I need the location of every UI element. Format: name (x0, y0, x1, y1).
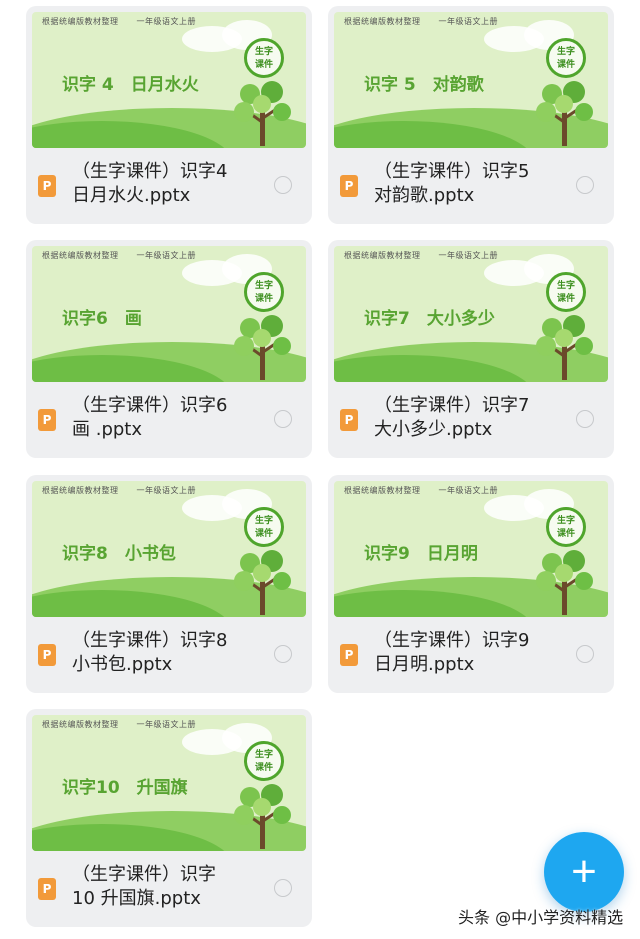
thumbnail-header-right: 一年级语文上册 (136, 251, 196, 260)
plus-icon: + (571, 847, 597, 896)
tree-icon (234, 550, 291, 615)
file-name[interactable]: （生字课件）识字6 画 .pptx (72, 394, 272, 442)
file-name[interactable]: （生字课件）识字8 小书包.pptx (72, 629, 272, 677)
file-name-line: （生字课件）识字9 (374, 630, 530, 651)
file-card[interactable]: 根据统编版教材整理 一年级语文上册 识字6 画 生字 课件 P （生字课件）识字6… (26, 240, 312, 458)
lesson-badge-icon: 生字 课件 (244, 741, 284, 781)
lesson-badge-icon: 生字 课件 (244, 38, 284, 78)
powerpoint-file-icon: P (38, 878, 56, 900)
lesson-badge-icon: 生字 课件 (244, 272, 284, 312)
thumbnail-title: 识字8 小书包 (62, 544, 176, 564)
selection-circle-icon[interactable] (576, 176, 594, 194)
thumbnail-header-right: 一年级语文上册 (136, 720, 196, 729)
file-name-line: 小书包.pptx (72, 654, 173, 675)
thumbnail-header: 根据统编版教材整理 一年级语文上册 (42, 719, 196, 730)
powerpoint-file-icon: P (38, 644, 56, 666)
file-name-line: （生字课件）识字 (72, 864, 216, 885)
thumbnail-header: 根据统编版教材整理 一年级语文上册 (344, 16, 498, 27)
tree-icon (536, 550, 593, 615)
powerpoint-file-icon: P (340, 175, 358, 197)
tree-icon (234, 784, 291, 849)
thumbnail-header: 根据统编版教材整理 一年级语文上册 (42, 250, 196, 261)
thumbnail-title: 识字 5 对韵歌 (364, 75, 484, 95)
file-grid: 根据统编版教材整理 一年级语文上册 识字 4 日月水火 生字 课件 P （生字课件… (0, 0, 640, 939)
file-name-line: 日月明.pptx (374, 654, 475, 675)
file-name[interactable]: （生字课件）识字4 日月水火.pptx (72, 160, 272, 208)
tree-icon (234, 315, 291, 380)
thumbnail-header: 根据统编版教材整理 一年级语文上册 (344, 485, 498, 496)
thumbnail-header-left: 根据统编版教材整理 (42, 720, 119, 729)
file-thumbnail[interactable]: 根据统编版教材整理 一年级语文上册 识字 4 日月水火 生字 课件 (32, 12, 306, 148)
thumbnail-header-right: 一年级语文上册 (438, 486, 498, 495)
thumbnail-title: 识字9 日月明 (364, 544, 478, 564)
selection-circle-icon[interactable] (576, 645, 594, 663)
tree-icon (536, 315, 593, 380)
lesson-badge-icon: 生字 课件 (546, 272, 586, 312)
lesson-badge-icon: 生字 课件 (546, 507, 586, 547)
file-card[interactable]: 根据统编版教材整理 一年级语文上册 识字9 日月明 生字 课件 P （生字课件）识… (328, 475, 614, 693)
selection-circle-icon[interactable] (576, 410, 594, 428)
lesson-badge-icon: 生字 课件 (244, 507, 284, 547)
file-name-line: 大小多少.pptx (374, 419, 493, 440)
file-thumbnail[interactable]: 根据统编版教材整理 一年级语文上册 识字8 小书包 生字 课件 (32, 481, 306, 617)
file-card[interactable]: 根据统编版教材整理 一年级语文上册 识字7 大小多少 生字 课件 P （生字课件）… (328, 240, 614, 458)
thumbnail-header-left: 根据统编版教材整理 (42, 17, 119, 26)
file-card[interactable]: 根据统编版教材整理 一年级语文上册 识字 5 对韵歌 生字 课件 P （生字课件）… (328, 6, 614, 224)
tree-icon (536, 81, 593, 146)
file-thumbnail[interactable]: 根据统编版教材整理 一年级语文上册 识字9 日月明 生字 课件 (334, 481, 608, 617)
file-name-line: （生字课件）识字6 (72, 395, 228, 416)
file-name[interactable]: （生字课件）识字5 对韵歌.pptx (374, 160, 574, 208)
thumbnail-header-right: 一年级语文上册 (438, 17, 498, 26)
tree-icon (234, 81, 291, 146)
powerpoint-file-icon: P (340, 644, 358, 666)
powerpoint-file-icon: P (340, 409, 358, 431)
lesson-badge-icon: 生字 课件 (546, 38, 586, 78)
watermark-text: 头条 @中小学资料精选 (458, 908, 624, 927)
file-thumbnail[interactable]: 根据统编版教材整理 一年级语文上册 识字 5 对韵歌 生字 课件 (334, 12, 608, 148)
add-file-button[interactable]: + (544, 832, 624, 912)
file-card[interactable]: 根据统编版教材整理 一年级语文上册 识字 4 日月水火 生字 课件 P （生字课件… (26, 6, 312, 224)
thumbnail-header-right: 一年级语文上册 (136, 486, 196, 495)
thumbnail-header-right: 一年级语文上册 (136, 17, 196, 26)
powerpoint-file-icon: P (38, 409, 56, 431)
thumbnail-header-left: 根据统编版教材整理 (42, 251, 119, 260)
file-card[interactable]: 根据统编版教材整理 一年级语文上册 识字8 小书包 生字 课件 P （生字课件）识… (26, 475, 312, 693)
thumbnail-header-left: 根据统编版教材整理 (344, 17, 421, 26)
thumbnail-header-left: 根据统编版教材整理 (42, 486, 119, 495)
file-thumbnail[interactable]: 根据统编版教材整理 一年级语文上册 识字10 升国旗 生字 课件 (32, 715, 306, 851)
thumbnail-title: 识字6 画 (62, 309, 142, 329)
file-name-line: （生字课件）识字7 (374, 395, 530, 416)
file-name-line: 日月水火.pptx (72, 185, 191, 206)
file-name-line: （生字课件）识字5 (374, 161, 530, 182)
file-name-line: 画 .pptx (72, 419, 143, 440)
selection-circle-icon[interactable] (274, 645, 292, 663)
file-thumbnail[interactable]: 根据统编版教材整理 一年级语文上册 识字7 大小多少 生字 课件 (334, 246, 608, 382)
thumbnail-title: 识字7 大小多少 (364, 309, 495, 329)
file-thumbnail[interactable]: 根据统编版教材整理 一年级语文上册 识字6 画 生字 课件 (32, 246, 306, 382)
thumbnail-header: 根据统编版教材整理 一年级语文上册 (42, 485, 196, 496)
thumbnail-title: 识字10 升国旗 (62, 778, 188, 798)
file-name-line: 对韵歌.pptx (374, 185, 475, 206)
thumbnail-header-left: 根据统编版教材整理 (344, 251, 421, 260)
file-name[interactable]: （生字课件）识字9 日月明.pptx (374, 629, 574, 677)
file-name-line: （生字课件）识字4 (72, 161, 228, 182)
file-name-line: （生字课件）识字8 (72, 630, 228, 651)
selection-circle-icon[interactable] (274, 879, 292, 897)
file-card[interactable]: 根据统编版教材整理 一年级语文上册 识字10 升国旗 生字 课件 P （生字课件）… (26, 709, 312, 927)
selection-circle-icon[interactable] (274, 410, 292, 428)
powerpoint-file-icon: P (38, 175, 56, 197)
thumbnail-header: 根据统编版教材整理 一年级语文上册 (42, 16, 196, 27)
thumbnail-header-right: 一年级语文上册 (438, 251, 498, 260)
thumbnail-header-left: 根据统编版教材整理 (344, 486, 421, 495)
thumbnail-title: 识字 4 日月水火 (62, 75, 199, 95)
file-name-line: 10 升国旗.pptx (72, 888, 201, 909)
file-name[interactable]: （生字课件）识字7 大小多少.pptx (374, 394, 574, 442)
thumbnail-header: 根据统编版教材整理 一年级语文上册 (344, 250, 498, 261)
selection-circle-icon[interactable] (274, 176, 292, 194)
file-name[interactable]: （生字课件）识字 10 升国旗.pptx (72, 863, 272, 911)
